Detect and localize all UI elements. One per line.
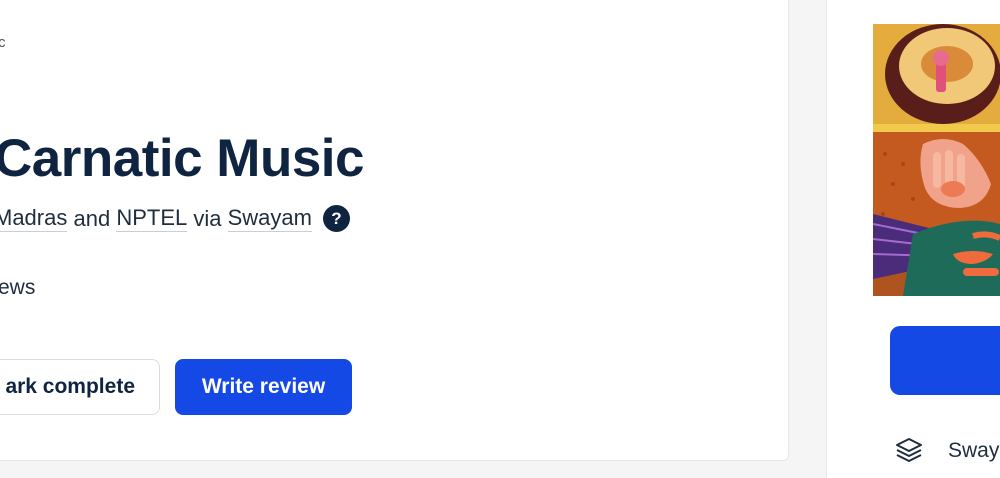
carnatic-illustration — [873, 24, 1000, 296]
course-header-card: c Carnatic Music Madras and NPTEL via Sw… — [0, 0, 789, 461]
platform-link-swayam[interactable]: Swayam — [227, 205, 312, 232]
breadcrumb[interactable]: c — [0, 34, 6, 51]
provider-link-iit-madras[interactable]: Madras — [0, 205, 68, 232]
via-text: via — [193, 205, 222, 231]
course-thumbnail-image — [873, 24, 1000, 296]
sidebar-provider-row[interactable]: Sway — [894, 434, 999, 468]
reviews-count[interactable]: ews — [0, 276, 35, 300]
provider-link-nptel[interactable]: NPTEL — [116, 205, 188, 232]
enroll-button[interactable] — [890, 326, 1000, 395]
provider-line: Madras and NPTEL via Swayam ? — [0, 205, 350, 232]
mark-complete-button[interactable]: ark complete — [0, 359, 160, 415]
sidebar-provider-label: Sway — [948, 439, 1000, 462]
help-icon[interactable]: ? — [322, 205, 350, 232]
and-text: and — [73, 205, 111, 231]
write-review-button[interactable]: Write review — [175, 359, 352, 415]
layers-icon — [894, 436, 924, 466]
page-title: Carnatic Music — [0, 129, 365, 188]
